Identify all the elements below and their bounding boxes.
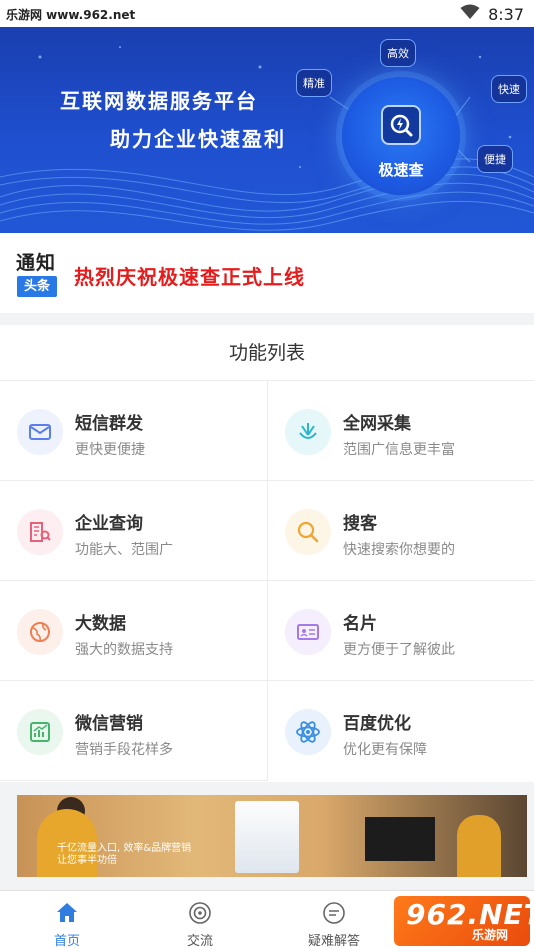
function-item-business-card[interactable]: 名片 更方便于了解彼此 [267, 581, 534, 681]
function-title: 名片 [343, 614, 377, 634]
ad-caption-line-1: 千亿流量入口, 效率&品牌营销 [57, 843, 192, 854]
product-orb: 极速查 [342, 77, 460, 195]
notice-logo-title: 通知 [16, 252, 57, 274]
ad-worker-image [457, 815, 501, 877]
function-subtitle: 优化更有保障 [343, 742, 427, 758]
notice-bar[interactable]: 通知 头条 热烈庆祝极速查正式上线 [0, 233, 534, 313]
ad-tv-image [365, 817, 435, 861]
function-title: 全网采集 [343, 414, 411, 434]
function-item-wechat-marketing[interactable]: 微信营销 营销手段花样多 [0, 681, 267, 781]
product-name: 极速查 [378, 161, 424, 179]
status-time: 8:37 [488, 4, 524, 24]
notice-text[interactable]: 热烈庆祝极速查正式上线 [74, 261, 305, 290]
function-item-sms[interactable]: 短信群发 更快更便捷 [0, 381, 267, 481]
search-icon [285, 509, 331, 555]
globe-icon [17, 609, 63, 655]
function-subtitle: 强大的数据支持 [75, 642, 173, 658]
function-subtitle: 营销手段花样多 [75, 742, 173, 758]
function-subtitle: 范围广信息更丰富 [343, 442, 455, 458]
ad-caption-line-2: 让您事半功倍 [57, 855, 117, 866]
faq-icon [322, 901, 346, 925]
banner-headline-1: 互联网数据服务平台 [60, 89, 258, 113]
banner-headline-2: 助力企业快速盈利 [110, 127, 286, 151]
status-bar: 乐游网 www.962.net 8:37 [0, 0, 534, 27]
function-title: 大数据 [75, 614, 126, 634]
function-item-collect[interactable]: 全网采集 范围广信息更丰富 [267, 381, 534, 481]
status-right: 8:37 [460, 4, 524, 24]
banner-tag-accurate: 精准 [296, 69, 332, 97]
nav-item-chat[interactable]: 交流 [133, 891, 267, 949]
home-icon [55, 901, 79, 925]
banner-tag-fast: 快速 [491, 75, 527, 103]
lightning-search-icon [381, 105, 421, 145]
function-subtitle: 快速搜索你想要的 [343, 542, 455, 558]
collect-icon [285, 409, 331, 455]
wifi-icon [460, 4, 480, 24]
ad-product-image [235, 801, 299, 873]
function-item-company-search[interactable]: 企业查询 功能大、范围广 [0, 481, 267, 581]
function-subtitle: 功能大、范围广 [75, 542, 173, 558]
function-list-title: 功能列表 [0, 325, 534, 381]
banner-carousel[interactable]: 互联网数据服务平台 助力企业快速盈利 极速查 高效 精准 快速 便捷 [0, 27, 534, 233]
watermark-big-text: 962.NET [406, 898, 534, 931]
chat-icon [188, 901, 212, 925]
function-subtitle: 更快更便捷 [75, 442, 145, 458]
function-title: 企业查询 [75, 514, 143, 534]
function-item-big-data[interactable]: 大数据 强大的数据支持 [0, 581, 267, 681]
function-item-customer-search[interactable]: 搜客 快速搜索你想要的 [267, 481, 534, 581]
notice-logo-badge: 头条 [17, 276, 57, 297]
nav-label: 首页 [53, 934, 80, 949]
function-title: 短信群发 [75, 414, 143, 434]
nav-label: 交流 [186, 934, 213, 949]
mail-icon [17, 409, 63, 455]
ad-banner[interactable]: 千亿流量入口, 效率&品牌营销 让您事半功倍 [17, 795, 527, 877]
function-title: 百度优化 [343, 714, 411, 734]
function-title: 搜客 [343, 514, 377, 534]
company-search-icon [17, 509, 63, 555]
status-site-text: 乐游网 www.962.net [6, 8, 136, 22]
function-list-panel: 功能列表 短信群发 更快更便捷 全网采集 范围广信息更丰富 企业查询 功能大、范… [0, 325, 534, 782]
nav-label: 疑难解答 [307, 934, 360, 949]
function-item-baidu-seo[interactable]: 百度优化 优化更有保障 [267, 681, 534, 781]
banner-tag-convenient: 便捷 [477, 145, 513, 173]
ad-caption: 千亿流量入口, 效率&品牌营销 让您事半功倍 [57, 843, 191, 867]
card-icon [285, 609, 331, 655]
nav-item-home[interactable]: 首页 [0, 891, 134, 949]
watermark-small-text: 乐游网 [472, 928, 509, 942]
nav-item-faq[interactable]: 疑难解答 [267, 891, 401, 949]
site-watermark-logo: 962.NET 乐游网 [394, 896, 534, 946]
function-subtitle: 更方便于了解彼此 [343, 642, 455, 658]
atom-icon [285, 709, 331, 755]
chart-icon [17, 709, 63, 755]
banner-tag-efficient: 高效 [380, 39, 416, 67]
function-title: 微信营销 [75, 714, 143, 734]
